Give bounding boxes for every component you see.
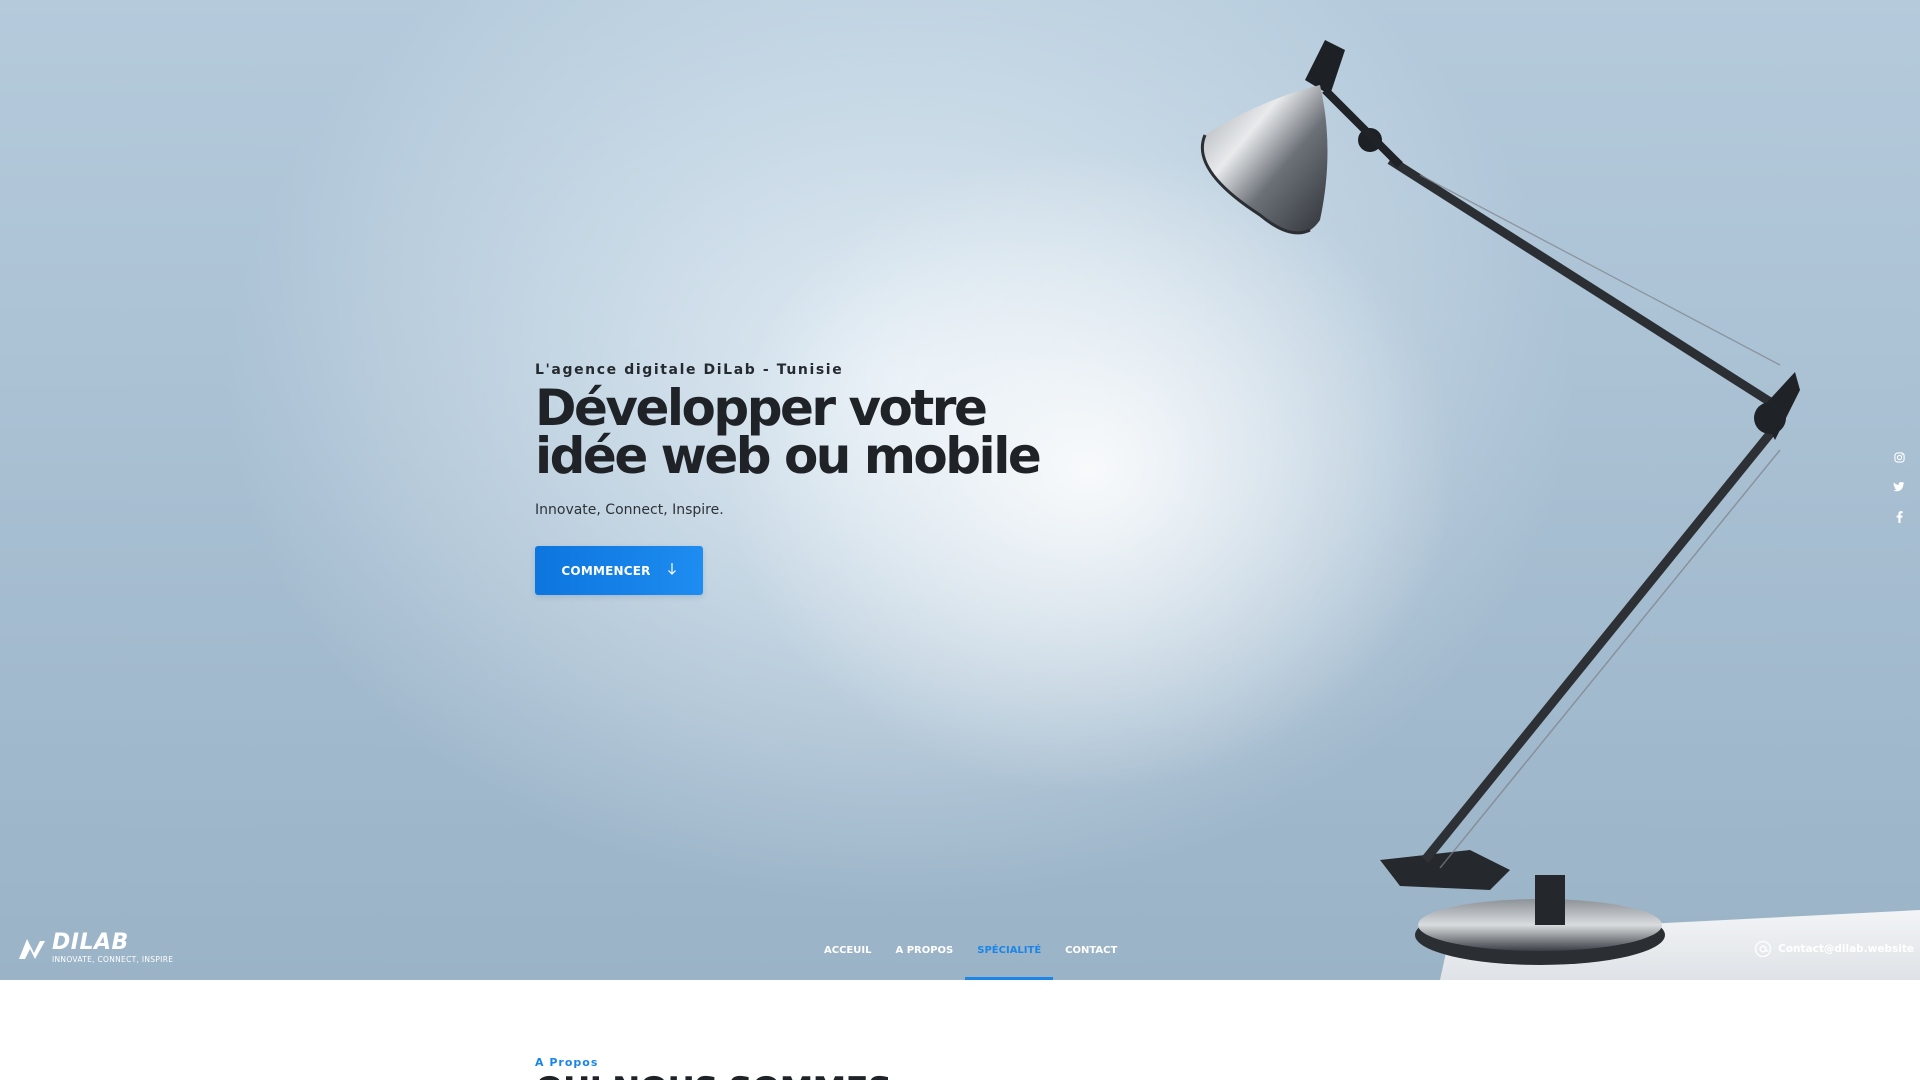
twitter-icon[interactable] [1892,480,1906,494]
nav-item-acceuil[interactable]: ACCEUIL [812,930,883,970]
logo-text: DILAB INNOVATE, CONNECT, INSPIRE [52,930,174,965]
instagram-icon[interactable] [1892,450,1906,464]
nav-item-a-propos[interactable]: A PROPOS [883,930,965,970]
logo-slogan: INNOVATE, CONNECT, INSPIRE [52,955,174,964]
desk-lamp-illustration [1200,40,1920,980]
at-sign-icon [1754,940,1772,958]
page: L'agence digitale DiLab - Tunisie Dévelo… [0,0,1920,1080]
hero-eyebrow: L'agence digitale DiLab - Tunisie [535,362,844,378]
social-links [1892,450,1906,524]
nav-item-label: CONTACT [1065,944,1118,956]
hero-tagline: Innovate, Connect, Inspire. [535,502,724,518]
commencer-button[interactable]: COMMENCER [535,546,703,595]
main-nav: ACCEUIL A PROPOS SPÉCIALITÉ CONTACT [812,930,1129,980]
hero-content: L'agence digitale DiLab - Tunisie Dévelo… [535,362,1055,595]
commencer-button-label: COMMENCER [561,563,651,578]
nav-item-label: A PROPOS [895,944,954,956]
logo-name: DILAB [52,930,129,955]
facebook-icon[interactable] [1892,510,1906,524]
hero-title-line-2: idée web ou mobile [535,427,1042,485]
hero-title: Développer votre idée web ou mobile [535,379,1055,485]
hero-title-line-1: Développer votre [535,379,988,437]
dilab-logo[interactable]: DILAB INNOVATE, CONNECT, INSPIRE [18,932,173,964]
nav-item-contact[interactable]: CONTACT [1053,930,1129,970]
contact-email-text: Contact@dilab.website [1778,943,1914,955]
about-title: QUI NOUS SOMMES [535,1070,892,1080]
arrow-down-icon [667,562,677,579]
hero-section: L'agence digitale DiLab - Tunisie Dévelo… [0,0,1920,980]
nav-item-label: ACCEUIL [824,944,872,956]
contact-email-link[interactable]: Contact@dilab.website [1754,940,1914,958]
nav-item-label: SPÉCIALITÉ [977,944,1042,956]
nav-item-specialite[interactable]: SPÉCIALITÉ [965,930,1054,980]
about-eyebrow: A Propos [535,1056,599,1069]
dilab-logo-mark-icon [19,939,45,959]
about-section: A Propos QUI NOUS SOMMES [0,980,1920,1080]
